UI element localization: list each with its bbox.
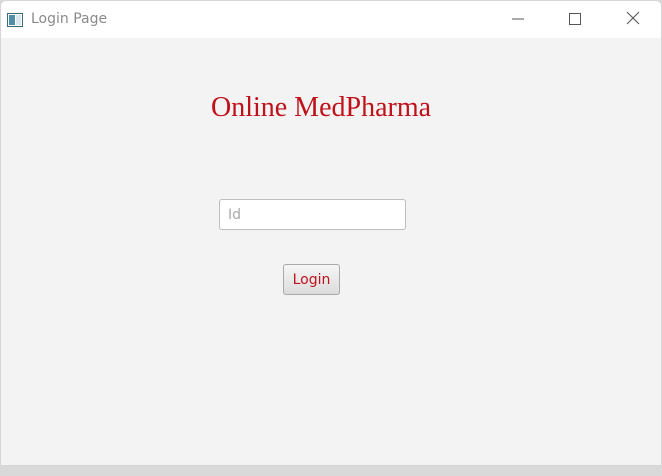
title-bar[interactable]: Login Page (1, 1, 661, 38)
minimize-button[interactable] (495, 1, 541, 38)
app-window-icon (7, 12, 23, 27)
window-title: Login Page (31, 11, 108, 27)
maximize-button[interactable] (552, 1, 598, 38)
id-input[interactable] (219, 199, 406, 230)
login-window: Login Page Online MedPharma Id Login (0, 0, 662, 466)
maximize-icon (569, 10, 581, 29)
app-heading: Online MedPharma (210, 92, 432, 123)
minimize-icon (512, 10, 524, 29)
close-icon (626, 10, 640, 29)
close-button[interactable] (610, 1, 656, 38)
login-button[interactable]: Login (283, 264, 340, 295)
